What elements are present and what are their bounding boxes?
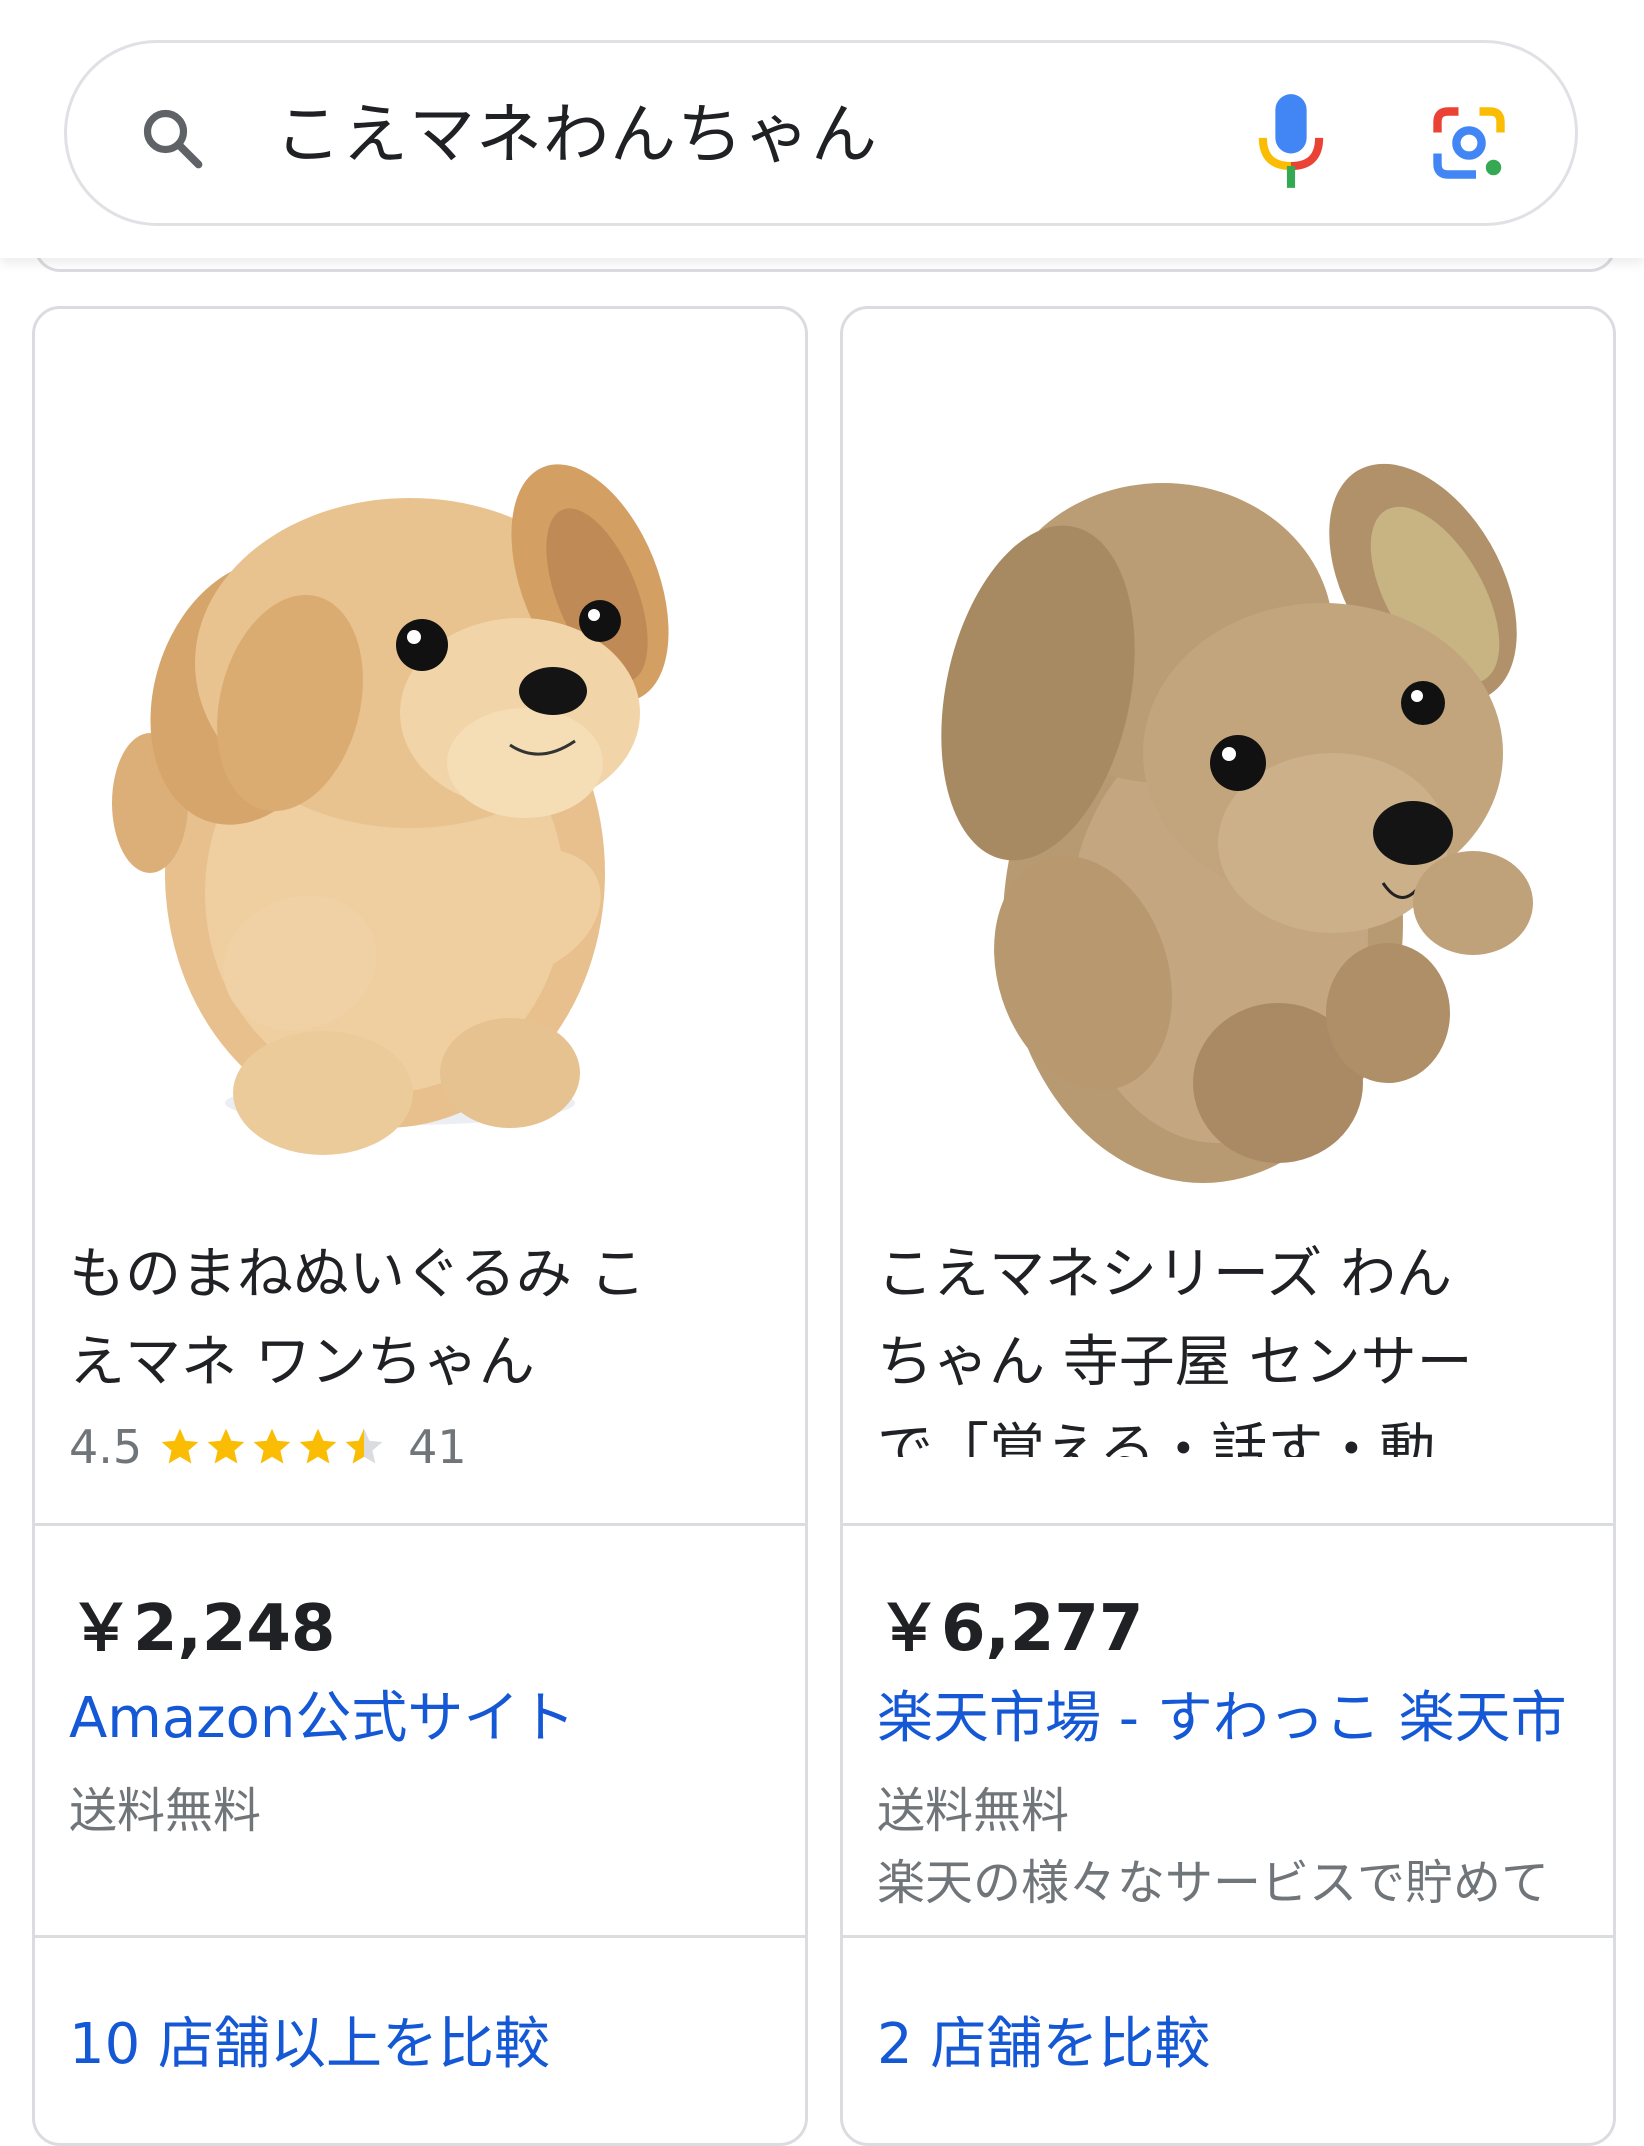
product-title-line: で「覚える・話す・動: [877, 1418, 1436, 1457]
product-title-line: ちゃん 寺子屋 センサー: [877, 1330, 1473, 1395]
product-title[interactable]: ものまねぬいぐるみ こ えマネ ワンちゃん: [69, 1231, 769, 1407]
product-card[interactable]: こえマネシリーズ わん ちゃん 寺子屋 センサー で「覚える・話す・動 ￥6,2…: [840, 306, 1616, 2146]
product-price: ￥2,248: [69, 1592, 336, 1666]
product-card[interactable]: ものまねぬいぐるみ こ えマネ ワンちゃん 4.5 41 ￥2,248 Amaz…: [32, 306, 808, 2146]
compare-stores-link[interactable]: 10 店舗以上を比較: [69, 1999, 550, 2080]
search-header: こえマネわんちゃん: [0, 0, 1644, 258]
review-count: 41: [408, 1420, 467, 1474]
shipping-info: 送料無料: [69, 1783, 262, 1839]
rating-value: 4.5: [69, 1420, 143, 1474]
search-input[interactable]: こえマネわんちゃん: [275, 87, 878, 183]
divider: [35, 1523, 805, 1526]
divider: [843, 1523, 1613, 1526]
compare-stores-link[interactable]: 2 店舗を比較: [877, 1999, 1210, 2080]
divider: [843, 1935, 1613, 1938]
star-rating: [158, 1425, 388, 1469]
star-half-icon: [345, 1428, 383, 1464]
star-full-icon: [207, 1428, 245, 1464]
google-lens-icon[interactable]: [1427, 101, 1511, 185]
star-full-icon: [299, 1428, 337, 1464]
product-price: ￥6,277: [877, 1592, 1144, 1666]
product-title-line: ものまねぬいぐるみ こ: [69, 1242, 646, 1307]
product-image[interactable]: [863, 333, 1593, 1213]
seller-link[interactable]: Amazon公式サイト: [69, 1673, 575, 1754]
search-icon[interactable]: [137, 103, 209, 175]
star-full-icon: [253, 1428, 291, 1464]
rakuten-points-info: 楽天の様々なサービスで貯めて: [877, 1855, 1550, 1911]
star-full-icon: [161, 1428, 199, 1464]
product-image[interactable]: [55, 333, 785, 1213]
search-box[interactable]: こえマネわんちゃん: [64, 40, 1578, 226]
product-title[interactable]: こえマネシリーズ わん ちゃん 寺子屋 センサー で「覚える・話す・動: [877, 1231, 1577, 1457]
product-title-line: えマネ ワンちゃん: [69, 1330, 535, 1395]
shipping-info: 送料無料: [877, 1783, 1070, 1839]
rating-row: 4.5 41: [69, 1407, 467, 1487]
microphone-icon[interactable]: [1253, 91, 1329, 191]
seller-link[interactable]: 楽天市場 - すわっこ 楽天市: [877, 1673, 1567, 1754]
divider: [35, 1935, 805, 1938]
product-title-line: こえマネシリーズ わん: [877, 1242, 1453, 1307]
